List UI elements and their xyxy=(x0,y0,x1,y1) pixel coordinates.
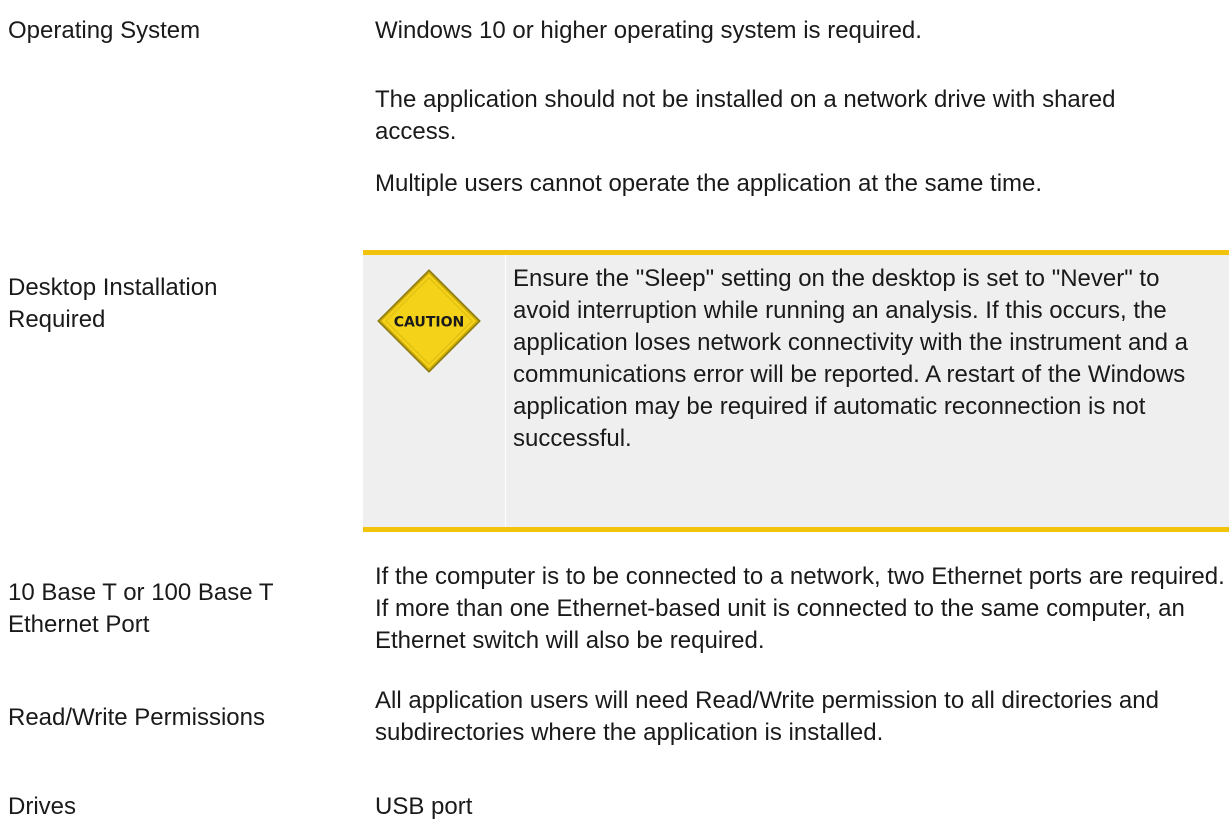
caution-sign-label: CAUTION xyxy=(394,314,465,330)
table-row-desktop-installation: Desktop Installation Required The applic… xyxy=(0,62,1229,542)
table-row-operating-system: Operating System Windows 10 or higher op… xyxy=(0,0,1229,62)
requirement-description: If the computer is to be connected to a … xyxy=(375,563,1225,654)
requirement-description: All application users will need Read/Wri… xyxy=(375,687,1159,746)
requirement-label: 10 Base T or 100 Base T Ethernet Port xyxy=(8,579,274,638)
requirement-paragraph: The application should not be installed … xyxy=(375,86,1116,145)
caution-sign-icon: CAUTION xyxy=(377,269,481,373)
caution-icon-cell: CAUTION xyxy=(363,255,506,527)
requirement-description: The application should not be installed … xyxy=(375,84,1175,200)
requirement-label: Drives xyxy=(8,793,77,820)
table-row-drives: Drives USB port xyxy=(0,767,1229,826)
caution-text: Ensure the "Sleep" setting on the deskto… xyxy=(513,265,1189,452)
requirement-label: Operating System xyxy=(8,17,201,44)
caution-callout: CAUTION Ensure the "Sleep" setting on th… xyxy=(363,250,1229,532)
table-row-read-write-permissions: Read/Write Permissions All application u… xyxy=(0,671,1229,767)
requirement-paragraph: Multiple users cannot operate the applic… xyxy=(375,170,1043,197)
requirement-description: USB port xyxy=(375,793,473,820)
requirement-label: Read/Write Permissions xyxy=(8,704,265,731)
table-row-ethernet-port: 10 Base T or 100 Base T Ethernet Port If… xyxy=(0,549,1229,671)
requirement-description: Windows 10 or higher operating system is… xyxy=(375,17,922,44)
requirement-label: Desktop Installation Required xyxy=(8,274,218,333)
